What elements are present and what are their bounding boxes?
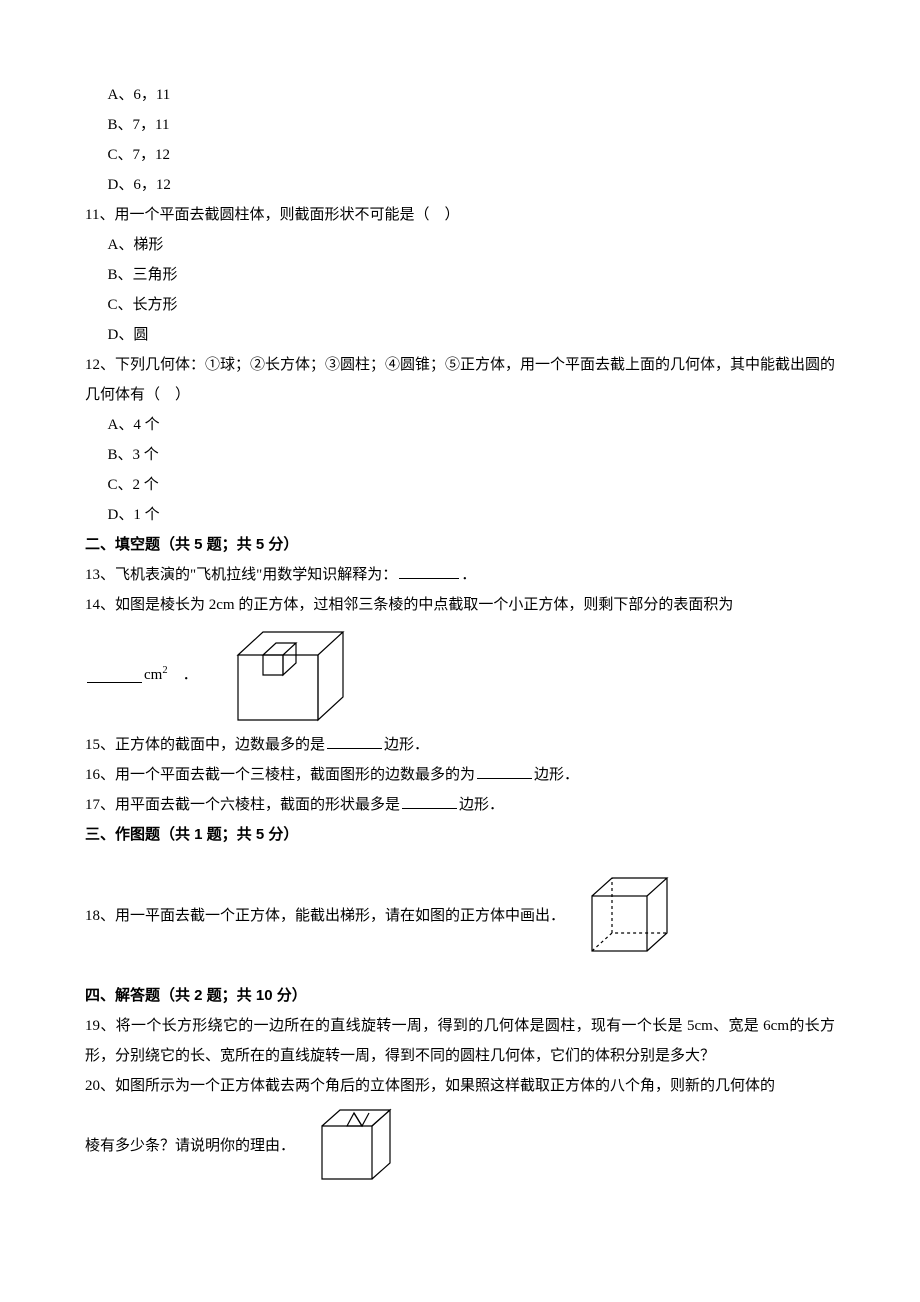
q16-pre: 16、用一个平面去截一个三棱柱，截面图形的边数最多的为 — [85, 767, 475, 783]
q17-blank — [402, 793, 457, 809]
question-15: 15、正方体的截面中，边数最多的是 边形． — [85, 730, 835, 760]
option-b: B、7，11 — [85, 110, 835, 140]
question-14-line2: cm2 ． — [85, 620, 835, 730]
question-20-line2: 棱有多少条？请说明你的理由． — [85, 1101, 835, 1191]
q17-pre: 17、用平面去截一个六棱柱，截面的形状最多是 — [85, 797, 400, 813]
question-14-line1: 14、如图是棱长为 2cm 的正方体，过相邻三条棱的中点截取一个小正方体，则剩下… — [85, 590, 835, 620]
q12-option-c: C、2 个 — [85, 470, 835, 500]
q12-option-b: B、3 个 — [85, 440, 835, 470]
q14-unit: cm2 ． — [144, 660, 198, 690]
section-2-header: 二、填空题（共 5 题；共 5 分） — [85, 530, 835, 560]
q11-option-b: B、三角形 — [85, 260, 835, 290]
cube-wireframe-icon — [580, 868, 675, 963]
section-4-header: 四、解答题（共 2 题；共 10 分） — [85, 981, 835, 1011]
question-16: 16、用一个平面去截一个三棱柱，截面图形的边数最多的为 边形． — [85, 760, 835, 790]
q13-post: ． — [461, 567, 476, 583]
q20-line2-text: 棱有多少条？请说明你的理由． — [85, 1131, 295, 1161]
cube-cutout-icon — [208, 620, 368, 730]
question-20-line1: 20、如图所示为一个正方体截去两个角后的立体图形，如果照这样截取正方体的八个角，… — [85, 1071, 835, 1101]
q14-blank — [87, 667, 142, 683]
q11-option-d: D、圆 — [85, 320, 835, 350]
q11-option-a: A、梯形 — [85, 230, 835, 260]
q17-post: 边形． — [459, 797, 504, 813]
q16-blank — [477, 763, 532, 779]
question-11: 11、用一个平面去截圆柱体，则截面形状不可能是（ ） — [85, 200, 835, 230]
q15-blank — [327, 733, 382, 749]
question-18: 18、用一平面去截一个正方体，能截出梯形，请在如图的正方体中画出． — [85, 868, 835, 963]
question-19: 19、将一个长方形绕它的一边所在的直线旋转一周，得到的几何体是圆柱，现有一个长是… — [85, 1011, 835, 1071]
q12-option-d: D、1 个 — [85, 500, 835, 530]
q15-post: 边形． — [384, 737, 429, 753]
q16-post: 边形． — [534, 767, 579, 783]
q12-option-a: A、4 个 — [85, 410, 835, 440]
q13-blank — [399, 563, 459, 579]
option-a: A、6，11 — [85, 80, 835, 110]
question-17: 17、用平面去截一个六棱柱，截面的形状最多是 边形． — [85, 790, 835, 820]
q13-pre: 13、飞机表演的"飞机拉线"用数学知识解释为： — [85, 567, 397, 583]
section-3-header: 三、作图题（共 1 题；共 5 分） — [85, 820, 835, 850]
q18-text: 18、用一平面去截一个正方体，能截出梯形，请在如图的正方体中画出． — [85, 901, 565, 931]
cube-cut-corners-icon — [307, 1101, 402, 1191]
option-c: C、7，12 — [85, 140, 835, 170]
q11-option-c: C、长方形 — [85, 290, 835, 320]
question-13: 13、飞机表演的"飞机拉线"用数学知识解释为： ． — [85, 560, 835, 590]
option-d: D、6，12 — [85, 170, 835, 200]
question-12: 12、下列几何体：①球；②长方体；③圆柱；④圆锥；⑤正方体，用一个平面去截上面的… — [85, 350, 835, 410]
q15-pre: 15、正方体的截面中，边数最多的是 — [85, 737, 325, 753]
